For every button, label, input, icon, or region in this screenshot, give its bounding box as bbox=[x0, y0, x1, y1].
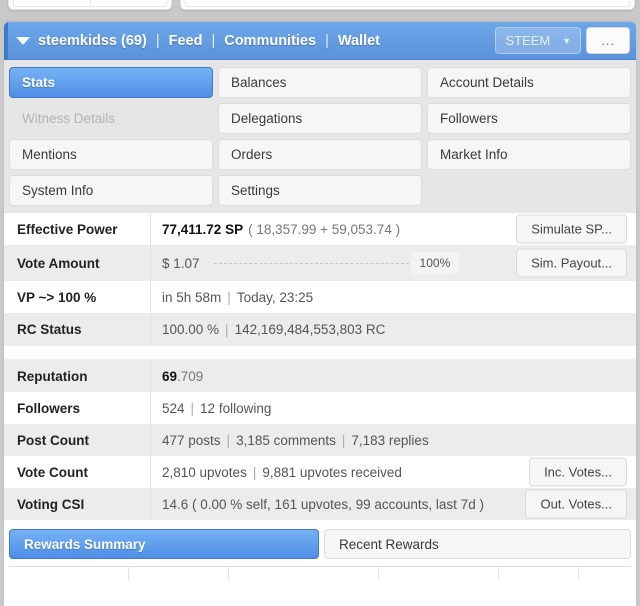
comments-count: 3,185 comments bbox=[236, 432, 336, 448]
row-value-vp-recharge: in 5h 58m | Today, 23:25 bbox=[151, 281, 636, 313]
background-panel-right bbox=[180, 0, 635, 10]
row-label-rc-status: RC Status bbox=[4, 313, 151, 345]
tab-account-details[interactable]: Account Details bbox=[427, 67, 631, 98]
row-label-vote-count: Vote Count bbox=[4, 456, 151, 488]
background-panel-left bbox=[8, 0, 172, 10]
table-row: Followers 524 | 12 following bbox=[4, 392, 636, 424]
chevron-down-icon: ▼ bbox=[562, 35, 572, 46]
tab-system-info[interactable]: System Info bbox=[9, 175, 213, 206]
rc-absolute: 142,169,484,553,803 RC bbox=[234, 321, 386, 337]
nav-separator-3: | bbox=[325, 32, 329, 49]
reputation-decimal: .709 bbox=[177, 368, 204, 384]
section-tab-grid: Stats Balances Account Details Witness D… bbox=[4, 60, 636, 213]
rewards-tab-bar: Rewards Summary Recent Rewards bbox=[9, 529, 631, 559]
tab-stats[interactable]: Stats bbox=[9, 67, 213, 98]
vp-recharge-eta: in 5h 58m bbox=[162, 289, 222, 305]
more-options-button[interactable]: ... bbox=[586, 27, 630, 54]
nav-item-feed[interactable]: Feed bbox=[169, 33, 203, 49]
row-label-reputation: Reputation bbox=[4, 360, 151, 392]
nav-separator-1: | bbox=[155, 32, 160, 49]
table-row: Voting CSI 14.6 ( 0.00 % self, 161 upvot… bbox=[4, 488, 636, 520]
row-label-followers: Followers bbox=[4, 392, 151, 424]
currency-select[interactable]: STEEM ▼ bbox=[495, 27, 582, 54]
effective-power-total: 77,411.72 SP bbox=[162, 221, 244, 237]
row-label-voting-csi: Voting CSI bbox=[4, 488, 151, 520]
nav-separator-2: | bbox=[211, 32, 216, 49]
followers-count: 524 bbox=[162, 400, 185, 416]
tab-recent-rewards[interactable]: Recent Rewards bbox=[324, 529, 631, 559]
table-row: VP ~> 100 % in 5h 58m | Today, 23:25 bbox=[4, 281, 636, 313]
vote-amount-value: $ 1.07 bbox=[162, 255, 200, 271]
tab-orders[interactable]: Orders bbox=[218, 139, 422, 170]
row-label-vp-recharge: VP ~> 100 % bbox=[4, 281, 151, 313]
tab-market-info[interactable]: Market Info bbox=[427, 139, 631, 170]
account-card: steemkidss (69) | Feed | Communities | W… bbox=[4, 22, 636, 606]
outgoing-votes-button[interactable]: Out. Votes... bbox=[525, 489, 627, 519]
table-row: Vote Amount $ 1.07 100% Sim. Payout... bbox=[4, 245, 636, 281]
separator: | bbox=[252, 464, 257, 480]
header-right-controls: STEEM ▼ ... bbox=[495, 27, 630, 54]
table-row: Vote Count 2,810 upvotes | 9,881 upvotes… bbox=[4, 456, 636, 488]
upvotes-given: 2,810 upvotes bbox=[162, 464, 247, 480]
separator: | bbox=[225, 321, 229, 337]
voting-power-leader-line bbox=[213, 262, 409, 264]
tab-witness-details: Witness Details bbox=[9, 103, 213, 134]
caret-down-icon[interactable] bbox=[16, 36, 30, 45]
account-name[interactable]: steemkidss (69) bbox=[38, 33, 147, 49]
separator: | bbox=[190, 400, 195, 416]
table-row: RC Status 100.00 % | 142,169,484,553,803… bbox=[4, 313, 636, 345]
upvotes-received: 9,881 upvotes received bbox=[262, 464, 402, 480]
voting-power-percent-badge: 100% bbox=[410, 252, 460, 274]
row-value-rc-status: 100.00 % | 142,169,484,553,803 RC bbox=[151, 313, 636, 345]
rewards-table-header-strip bbox=[9, 566, 631, 580]
rewards-tabs-section: Rewards Summary Recent Rewards bbox=[4, 520, 636, 580]
currency-select-value: STEEM bbox=[505, 33, 551, 48]
following-count: 12 following bbox=[200, 400, 272, 416]
stats-table-primary: Effective Power 77,411.72 SP ( 18,357.99… bbox=[4, 213, 636, 345]
nav-item-communities[interactable]: Communities bbox=[224, 33, 316, 49]
effective-power-breakdown: ( 18,357.99 + 59,053.74 ) bbox=[248, 221, 401, 237]
separator: | bbox=[227, 289, 231, 305]
replies-count: 7,183 replies bbox=[351, 432, 429, 448]
tab-balances[interactable]: Balances bbox=[218, 67, 422, 98]
background-panels-strip bbox=[0, 0, 640, 22]
rc-percent: 100.00 % bbox=[162, 321, 220, 337]
row-label-vote-amount: Vote Amount bbox=[4, 245, 151, 281]
separator: | bbox=[226, 432, 231, 448]
tab-mentions[interactable]: Mentions bbox=[9, 139, 213, 170]
reputation-integer: 69 bbox=[162, 368, 178, 384]
separator: | bbox=[341, 432, 346, 448]
account-nav: steemkidss (69) | Feed | Communities | W… bbox=[38, 33, 380, 49]
row-label-post-count: Post Count bbox=[4, 424, 151, 456]
stats-table-secondary: Reputation 69 .709 Followers 524 | 12 fo… bbox=[4, 360, 636, 520]
simulate-sp-button[interactable]: Simulate SP... bbox=[516, 214, 627, 244]
vp-recharge-time: Today, 23:25 bbox=[236, 289, 314, 305]
tab-empty-slot bbox=[427, 175, 631, 206]
table-row: Reputation 69 .709 bbox=[4, 360, 636, 392]
table-group-spacer bbox=[4, 345, 636, 360]
row-value-reputation: 69 .709 bbox=[151, 360, 636, 392]
account-header-bar: steemkidss (69) | Feed | Communities | W… bbox=[4, 22, 636, 60]
incoming-votes-button[interactable]: Inc. Votes... bbox=[529, 457, 627, 487]
table-row: Post Count 477 posts | 3,185 comments | … bbox=[4, 424, 636, 456]
tab-settings[interactable]: Settings bbox=[218, 175, 422, 206]
sim-payout-button[interactable]: Sim. Payout... bbox=[516, 248, 627, 278]
tab-followers[interactable]: Followers bbox=[427, 103, 631, 134]
row-value-followers: 524 | 12 following bbox=[151, 392, 636, 424]
tab-delegations[interactable]: Delegations bbox=[218, 103, 422, 134]
row-label-effective-power: Effective Power bbox=[4, 213, 151, 245]
tab-rewards-summary[interactable]: Rewards Summary bbox=[9, 529, 319, 559]
posts-count: 477 posts bbox=[162, 432, 221, 448]
table-row: Effective Power 77,411.72 SP ( 18,357.99… bbox=[4, 213, 636, 245]
row-value-post-count: 477 posts | 3,185 comments | 7,183 repli… bbox=[151, 424, 636, 456]
nav-item-wallet[interactable]: Wallet bbox=[338, 33, 380, 49]
